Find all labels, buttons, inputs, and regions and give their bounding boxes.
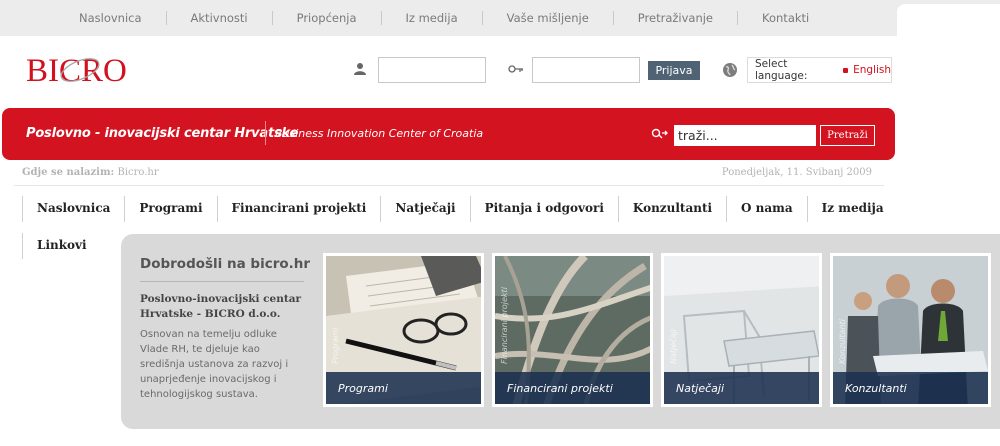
tile-label: Programi <box>338 382 388 395</box>
username-input[interactable] <box>378 57 486 83</box>
top-nav-item-priopcenja[interactable]: Priopćenja <box>271 11 381 25</box>
menu-item-konzultanti[interactable]: Konzultanti <box>617 196 726 222</box>
key-icon <box>508 65 523 73</box>
top-nav-item-pretrazivanje[interactable]: Pretraživanje <box>612 11 737 25</box>
password-input[interactable] <box>532 57 640 83</box>
top-nav-list: Naslovnica Aktivnosti Priopćenja Iz medi… <box>55 0 833 36</box>
tile-label: Natječaji <box>676 382 725 395</box>
divider <box>14 185 884 186</box>
menu-item-financirani-projekti[interactable]: Financirani projekti <box>216 196 381 222</box>
top-nav-item-vase-misljenje[interactable]: Vaše mišljenje <box>481 11 613 25</box>
tile-natjecaji[interactable]: Natječaji Natječaji <box>661 253 822 407</box>
banner-subtitle: Business Innovation Center of Croatia <box>275 127 484 140</box>
welcome-title: Dobrodošli na bicro.hr <box>140 256 311 272</box>
tile-vertical-text: Natječaji <box>669 329 678 364</box>
menu-item-programi[interactable]: Programi <box>124 196 216 222</box>
language-selector: Select language: English <box>747 57 892 83</box>
tile-konzultanti[interactable]: Konzultanti Konzultanti <box>830 253 991 407</box>
organization-description: Osnovan na temelju odluke Vlade RH, te d… <box>140 329 289 400</box>
globe-icon <box>723 63 737 77</box>
search-button[interactable]: Pretraži <box>820 125 875 146</box>
welcome-divider <box>140 281 304 282</box>
user-icon <box>354 63 366 75</box>
search-icon <box>651 128 668 139</box>
top-nav-item-naslovnica[interactable]: Naslovnica <box>55 11 166 25</box>
organization-name: Poslovno-inovacijski centar Hrvatske - B… <box>140 293 302 320</box>
tile-label: Financirani projekti <box>507 382 613 395</box>
search-input[interactable] <box>674 125 816 146</box>
breadcrumb-label: Gdje se nalazim: <box>22 167 115 178</box>
banner-divider <box>265 121 266 145</box>
language-label: Select language: <box>755 58 808 82</box>
top-nav-item-iz-medija[interactable]: Iz medija <box>380 11 482 25</box>
bicro-logo[interactable]: BICRO <box>26 50 141 90</box>
top-nav-item-aktivnosti[interactable]: Aktivnosti <box>165 11 272 25</box>
top-nav-item-kontakti[interactable]: Kontakti <box>737 11 833 25</box>
login-button[interactable]: Prijava <box>648 61 700 80</box>
tile-financirani-projekti[interactable]: Financirani projekti Financirani projekt… <box>492 253 653 407</box>
language-option-english[interactable]: English <box>853 64 891 76</box>
top-nav-corner <box>897 4 1000 36</box>
menu-item-natjecaji[interactable]: Natječaji <box>380 196 469 222</box>
banner-title: Poslovno - inovacijski centar Hrvatske <box>26 126 299 141</box>
bullet-icon <box>843 67 849 73</box>
menu-item-iz-medija[interactable]: Iz medija <box>806 196 898 222</box>
red-banner: Poslovno - inovacijski centar Hrvatske B… <box>2 108 895 160</box>
main-menu: Naslovnica Programi Financirani projekti… <box>22 196 898 222</box>
breadcrumb: Gdje se nalazim: Bicro.hr <box>22 167 159 178</box>
current-date: Ponedjeljak, 11. Svibanj 2009 <box>721 167 872 178</box>
tile-vertical-text: Programi <box>331 327 340 364</box>
tile-programi[interactable]: Programi Programi <box>323 253 484 407</box>
tile-vertical-text: Financirani projekti <box>500 287 509 364</box>
logo-text: BICRO <box>26 53 127 89</box>
logo-graphic: BICRO <box>26 53 127 89</box>
breadcrumb-current[interactable]: Bicro.hr <box>117 167 158 178</box>
menu-item-naslovnica[interactable]: Naslovnica <box>22 196 124 222</box>
menu-item-linkovi[interactable]: Linkovi <box>22 233 101 259</box>
top-navigation: Naslovnica Aktivnosti Priopćenja Iz medi… <box>0 0 1000 36</box>
menu-item-pitanja-i-odgovori[interactable]: Pitanja i odgovori <box>469 196 618 222</box>
menu-item-o-nama[interactable]: O nama <box>726 196 807 222</box>
tile-vertical-text: Konzultanti <box>838 319 847 364</box>
tile-label: Konzultanti <box>845 382 907 395</box>
